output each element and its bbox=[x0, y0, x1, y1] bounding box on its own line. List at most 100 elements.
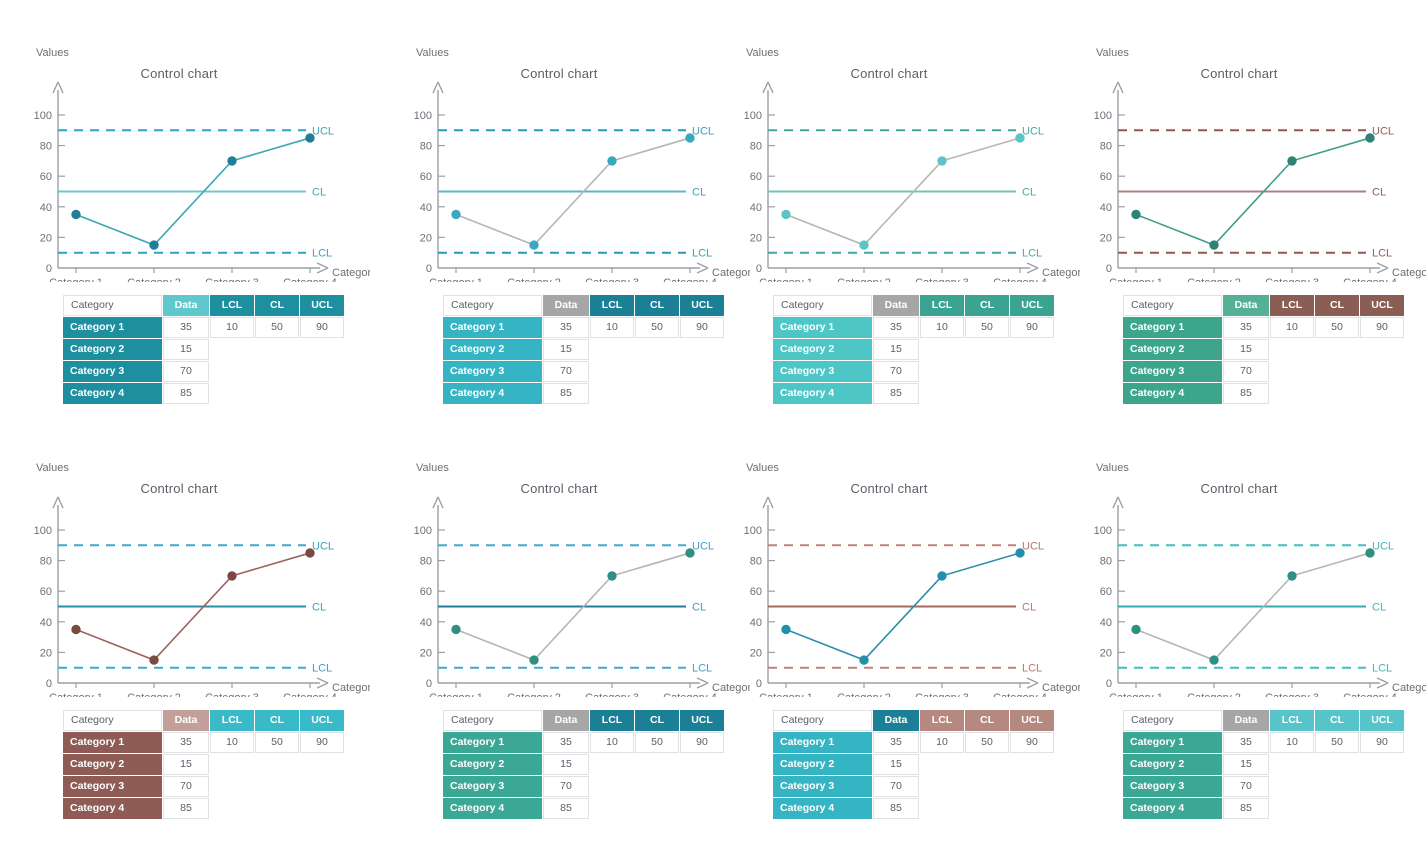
table-cell-cl bbox=[965, 339, 1009, 360]
y-tick-label: 20 bbox=[1100, 647, 1112, 659]
y-tick-label: 40 bbox=[750, 202, 762, 214]
panel-4: Control chart 100 80 60 40 20 0 UCL CL LCL Values C… bbox=[1074, 30, 1426, 436]
table-cell-data: 85 bbox=[1223, 798, 1269, 819]
x-tick-label: Category 4 bbox=[283, 277, 337, 282]
table-cell-ucl bbox=[1010, 776, 1054, 797]
table-cell-ucl bbox=[1010, 798, 1054, 819]
table-header-cl: CL bbox=[255, 710, 299, 731]
table-cell-category: Category 3 bbox=[1123, 776, 1222, 797]
table-cell-lcl: 10 bbox=[920, 317, 964, 338]
table-header-ucl: UCL bbox=[1010, 710, 1054, 731]
panel-8: Control chart 100 80 60 40 20 0 UCL CL LCL Values C… bbox=[1074, 445, 1426, 851]
table-cell-data: 85 bbox=[543, 798, 589, 819]
x-tick-label: Category 3 bbox=[915, 692, 969, 697]
table-row: Category 4 85 bbox=[443, 798, 724, 819]
table-cell-data: 15 bbox=[163, 339, 209, 360]
x-tick-label: Category 2 bbox=[837, 692, 891, 697]
y-tick-label: 60 bbox=[420, 586, 432, 598]
panel-3: Control chart 100 80 60 40 20 0 UCL CL LCL Values C… bbox=[724, 30, 1080, 436]
table-row: Category 1 35 10 50 90 bbox=[1123, 732, 1404, 753]
table-cell-ucl bbox=[300, 339, 344, 360]
control-chart-plot: 100806040200UCLCLLCLValuesCategoryCatego… bbox=[1094, 462, 1426, 697]
lcl-label: LCL bbox=[1022, 663, 1042, 675]
table-row: Category 2 15 bbox=[773, 754, 1054, 775]
table-cell-lcl: 10 bbox=[210, 317, 254, 338]
x-tick-label: Category 4 bbox=[663, 277, 717, 282]
table-row: Category 2 15 bbox=[63, 339, 344, 360]
table-header-cl: CL bbox=[255, 295, 299, 316]
table-cell-data: 85 bbox=[1223, 383, 1269, 404]
x-tick-label: Category 2 bbox=[127, 277, 181, 282]
x-tick-label: Category 4 bbox=[663, 692, 717, 697]
table-header-lcl: LCL bbox=[920, 295, 964, 316]
table-row: Category 1 35 10 50 90 bbox=[63, 732, 344, 753]
y-tick-label: 100 bbox=[414, 525, 432, 537]
x-tick-label: Category 3 bbox=[915, 277, 969, 282]
table-cell-category: Category 4 bbox=[773, 798, 872, 819]
table-cell-data: 85 bbox=[543, 383, 589, 404]
ucl-label: UCL bbox=[692, 540, 714, 552]
table-cell-lcl bbox=[1270, 798, 1314, 819]
table-header-cl: CL bbox=[1315, 295, 1359, 316]
table-row: Category 1 35 10 50 90 bbox=[1123, 317, 1404, 338]
table-cell-ucl: 90 bbox=[300, 317, 344, 338]
panel-6: Control chart 100 80 60 40 20 0 UCL CL LCL Values C… bbox=[394, 445, 750, 851]
table-cell-ucl: 90 bbox=[1010, 317, 1054, 338]
y-tick-label: 40 bbox=[420, 202, 432, 214]
data-point-marker bbox=[781, 624, 791, 635]
table-cell-cl bbox=[965, 776, 1009, 797]
table-cell-category: Category 2 bbox=[1123, 754, 1222, 775]
table-row: Category 3 70 bbox=[443, 776, 724, 797]
control-limits-table: Category Data LCL CL UCL Category 1 35 10 50 90 Ca… bbox=[62, 294, 345, 405]
table-cell-ucl bbox=[1360, 776, 1404, 797]
ucl-label: UCL bbox=[1372, 125, 1394, 137]
y-tick-label: 0 bbox=[756, 678, 762, 690]
data-point-marker bbox=[149, 240, 159, 250]
table-cell-data: 35 bbox=[1223, 732, 1269, 753]
y-tick-label: 20 bbox=[40, 647, 52, 659]
table-cell-data: 35 bbox=[543, 317, 589, 338]
table-cell-cl bbox=[255, 361, 299, 382]
table-cell-lcl bbox=[210, 754, 254, 775]
table-row: Category 2 15 bbox=[443, 339, 724, 360]
table-header-ucl: UCL bbox=[680, 295, 724, 316]
table-header-category: Category bbox=[1123, 710, 1222, 731]
control-limits-table-wrap: Category Data LCL CL UCL Category 1 35 10 50 90 Ca… bbox=[62, 709, 345, 820]
y-tick-label: 40 bbox=[40, 617, 52, 629]
table-row: Category 1 35 10 50 90 bbox=[443, 317, 724, 338]
cl-label: CL bbox=[312, 602, 326, 614]
table-cell-lcl bbox=[210, 361, 254, 382]
table-header-row: Category Data LCL CL UCL bbox=[443, 710, 724, 731]
table-cell-ucl: 90 bbox=[1360, 732, 1404, 753]
table-header-row: Category Data LCL CL UCL bbox=[63, 295, 344, 316]
table-cell-data: 15 bbox=[1223, 754, 1269, 775]
y-tick-label: 40 bbox=[1100, 202, 1112, 214]
table-cell-data: 70 bbox=[873, 361, 919, 382]
table-cell-category: Category 4 bbox=[443, 798, 542, 819]
table-cell-category: Category 2 bbox=[63, 339, 162, 360]
x-tick-label: Category 1 bbox=[1109, 692, 1163, 697]
panel-5: Control chart 100 80 60 40 20 0 UCL CL LCL Values C… bbox=[14, 445, 370, 851]
cl-label: CL bbox=[1022, 187, 1036, 199]
y-axis-caption: Values bbox=[416, 47, 449, 59]
table-header-ucl: UCL bbox=[1360, 710, 1404, 731]
table-cell-ucl bbox=[1010, 339, 1054, 360]
control-limits-table: Category Data LCL CL UCL Category 1 35 10 50 90 Ca… bbox=[772, 709, 1055, 820]
data-point-marker bbox=[1365, 133, 1375, 143]
y-tick-label: 20 bbox=[420, 647, 432, 659]
table-cell-lcl bbox=[920, 776, 964, 797]
y-axis-caption: Values bbox=[1096, 462, 1129, 474]
chart-area: Control chart 100 80 60 40 20 0 UCL CL LCL Values C… bbox=[14, 30, 370, 282]
x-tick-label: Category 3 bbox=[585, 692, 639, 697]
table-header-ucl: UCL bbox=[680, 710, 724, 731]
chart-area: Control chart 100 80 60 40 20 0 UCL CL LCL Values C… bbox=[394, 445, 750, 697]
lcl-label: LCL bbox=[1372, 663, 1392, 675]
table-cell-lcl: 10 bbox=[920, 732, 964, 753]
table-cell-ucl bbox=[680, 383, 724, 404]
table-cell-ucl bbox=[1010, 361, 1054, 382]
y-tick-label: 0 bbox=[1106, 678, 1112, 690]
table-header-data: Data bbox=[163, 295, 209, 316]
table-row: Category 3 70 bbox=[773, 776, 1054, 797]
table-cell-data: 35 bbox=[873, 317, 919, 338]
chart-area: Control chart 100 80 60 40 20 0 UCL CL LCL Values C… bbox=[394, 30, 750, 282]
